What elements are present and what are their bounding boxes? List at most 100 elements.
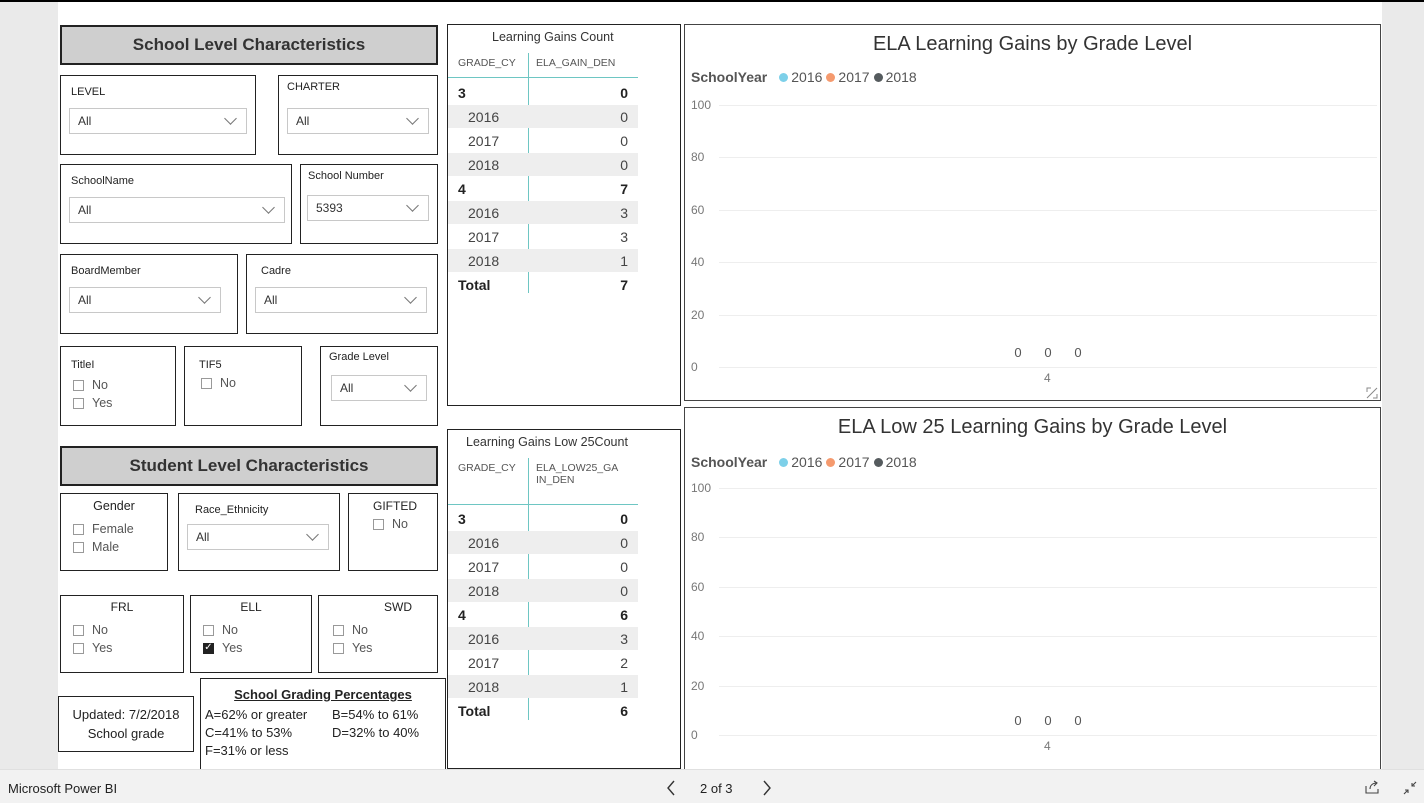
- table-row[interactable]: 2016 0: [448, 531, 638, 554]
- table-row[interactable]: 2017 0: [448, 555, 638, 578]
- table-row[interactable]: 2018 0: [448, 579, 638, 602]
- row-value: 6: [620, 606, 628, 623]
- legend-dot-icon: [873, 457, 883, 467]
- legend-dot-icon: [873, 72, 883, 82]
- slicer-label: GIFTED: [373, 499, 417, 513]
- chevron-left-icon[interactable]: [666, 780, 676, 796]
- row-value: 0: [620, 84, 628, 101]
- checkbox-option[interactable]: Yes: [73, 641, 112, 655]
- cadre-dropdown[interactable]: All: [255, 287, 427, 313]
- table-row[interactable]: 2018 1: [448, 249, 638, 272]
- checkbox-option[interactable]: Yes: [333, 641, 372, 655]
- checkbox-option[interactable]: No: [73, 378, 108, 392]
- checkbox-label: No: [220, 376, 236, 390]
- row-label: Total: [458, 702, 491, 719]
- legend-item[interactable]: 2017: [838, 454, 869, 470]
- grade-c: C=41% to 53%: [205, 725, 293, 740]
- school-number-dropdown[interactable]: 5393: [307, 195, 429, 221]
- slicer-label: Race_Ethnicity: [195, 504, 269, 516]
- level-dropdown[interactable]: All: [69, 108, 247, 134]
- checkbox-icon: [373, 518, 384, 530]
- legend-item[interactable]: 2018: [886, 69, 917, 85]
- table-row[interactable]: 46: [448, 603, 638, 626]
- dropdown-value: All: [78, 114, 92, 128]
- school-grade-label: School grade: [87, 726, 165, 741]
- chevron-right-icon[interactable]: [762, 780, 772, 796]
- legend-item[interactable]: 2018: [886, 454, 917, 470]
- row-label: 2017: [468, 228, 500, 245]
- checkbox-option-checked[interactable]: ✓ Yes: [203, 641, 242, 655]
- gridline: [719, 262, 1377, 264]
- table-row[interactable]: 2016 3: [448, 627, 638, 650]
- exit-fullscreen-icon[interactable]: [1403, 781, 1417, 795]
- table-row[interactable]: 2017 0: [448, 129, 638, 152]
- race-dropdown[interactable]: All: [187, 524, 329, 550]
- chevron-down-icon: [404, 379, 417, 392]
- table-row[interactable]: 2016 0: [448, 105, 638, 128]
- expand-icon[interactable]: [1366, 387, 1378, 399]
- chevron-down-icon: [406, 112, 419, 125]
- checkbox-option[interactable]: No: [373, 517, 408, 531]
- column-header[interactable]: GRADE_CY: [458, 57, 516, 69]
- column-header[interactable]: ELA_GAIN_DEN: [536, 57, 626, 69]
- table-row[interactable]: 30: [448, 81, 638, 104]
- table-row[interactable]: 2017 2: [448, 651, 638, 674]
- swd-slicer: SWD No Yes: [318, 595, 438, 673]
- table-title: Learning Gains Low 25Count: [466, 435, 628, 449]
- boardmember-dropdown[interactable]: All: [69, 287, 221, 313]
- checkbox-option[interactable]: Male: [73, 540, 119, 554]
- row-label: 4: [458, 606, 466, 623]
- gridline: [719, 586, 1377, 588]
- checkbox-option[interactable]: Yes: [73, 396, 112, 410]
- data-label: 0: [1014, 345, 1022, 360]
- table-row[interactable]: 2018 0: [448, 153, 638, 176]
- checkbox-icon: [201, 377, 212, 389]
- row-value: 0: [620, 132, 628, 149]
- row-label: 2017: [468, 132, 500, 149]
- chart-legend: SchoolYear 2016 2017 2018: [691, 454, 917, 470]
- gridline: [719, 636, 1377, 638]
- checkbox-option[interactable]: No: [203, 623, 238, 637]
- row-value: 3: [620, 630, 628, 647]
- schoolname-dropdown[interactable]: All: [69, 197, 285, 223]
- ela-learning-gains-chart[interactable]: ELA Learning Gains by Grade Level School…: [684, 24, 1381, 401]
- y-tick-label: 40: [691, 255, 705, 270]
- table-row[interactable]: 30: [448, 507, 638, 530]
- schoolname-slicer: SchoolName All: [60, 164, 292, 244]
- chart-legend: SchoolYear 2016 2017 2018: [691, 69, 917, 85]
- gridline: [719, 685, 1377, 687]
- legend-item[interactable]: 2016: [791, 454, 822, 470]
- slicer-label: FRL: [110, 600, 134, 614]
- frl-slicer: FRL No Yes: [60, 595, 184, 673]
- legend-item[interactable]: 2016: [791, 69, 822, 85]
- y-tick-label: 40: [691, 629, 705, 644]
- table-row[interactable]: Total 6: [448, 699, 638, 722]
- chevron-down-icon: [406, 199, 419, 212]
- checkbox-label: Female: [92, 522, 134, 536]
- table-row[interactable]: 2017 3: [448, 225, 638, 248]
- y-tick-label: 100: [691, 481, 712, 495]
- row-value: 3: [620, 204, 628, 221]
- grading-title: School Grading Percentages: [234, 687, 412, 702]
- column-header[interactable]: ELA_LOW25_GA IN_DEN: [536, 462, 618, 486]
- legend-item[interactable]: 2017: [838, 69, 869, 85]
- y-tick-label: 0: [691, 728, 698, 742]
- table-row[interactable]: 2018 1: [448, 675, 638, 698]
- checkbox-option[interactable]: Female: [73, 522, 134, 536]
- titlei-slicer: TitleI No Yes: [60, 346, 176, 426]
- checkbox-option[interactable]: No: [333, 623, 368, 637]
- column-header[interactable]: GRADE_CY: [458, 462, 516, 474]
- grading-card: School Grading Percentages A=62% or grea…: [200, 678, 446, 769]
- checkbox-option[interactable]: No: [201, 376, 236, 390]
- checkbox-icon: [73, 642, 84, 654]
- checkbox-option[interactable]: No: [73, 623, 108, 637]
- table-row[interactable]: 2016 3: [448, 201, 638, 224]
- table-row[interactable]: 47: [448, 177, 638, 200]
- charter-dropdown[interactable]: All: [287, 108, 429, 134]
- row-value: 2: [620, 654, 628, 671]
- chevron-down-icon: [404, 291, 417, 304]
- grade-level-dropdown[interactable]: All: [331, 375, 427, 401]
- ela-low25-learning-gains-chart[interactable]: ELA Low 25 Learning Gains by Grade Level…: [684, 407, 1381, 769]
- table-row[interactable]: Total 7: [448, 273, 638, 296]
- share-icon[interactable]: [1364, 780, 1380, 795]
